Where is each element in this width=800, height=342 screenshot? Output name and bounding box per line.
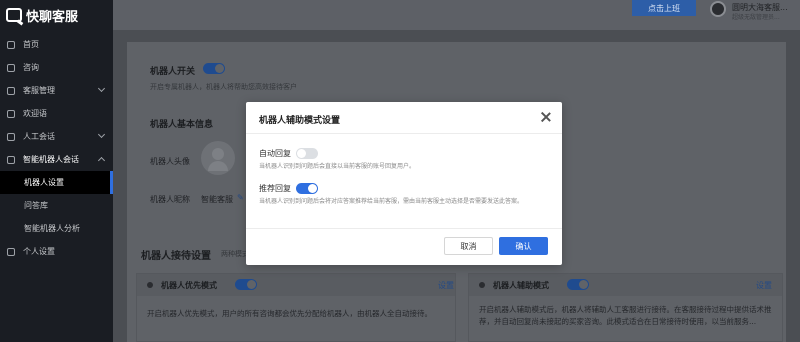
assist-mode-title: 机器人辅助模式 xyxy=(493,281,549,290)
sidebar-item-label: 个人设置 xyxy=(23,247,55,256)
greeting-icon xyxy=(7,109,15,118)
nickname-label: 机器人昵称 xyxy=(150,195,190,204)
user-icon xyxy=(7,247,15,256)
sidebar-item-home[interactable]: 首页 xyxy=(0,33,113,56)
sidebar-item-label: 人工会话 xyxy=(23,132,55,141)
priority-mode-toggle[interactable] xyxy=(235,279,257,290)
agent-icon xyxy=(7,86,15,95)
basic-info-title: 机器人基本信息 xyxy=(150,120,214,130)
robot-icon xyxy=(7,155,15,164)
assist-mode-settings-link[interactable]: 设置 xyxy=(756,280,772,291)
chevron-down-icon xyxy=(97,130,106,139)
clock-in-button[interactable]: 点击上班 xyxy=(632,0,696,16)
sidebar-item-greeting[interactable]: 欢迎语 xyxy=(0,102,113,125)
robot-switch-title: 机器人开关 xyxy=(150,67,196,77)
sidebar-subitem-qa-library[interactable]: 问答库 xyxy=(0,194,113,217)
chat-bubble-icon xyxy=(6,8,22,22)
sidebar-item-consult[interactable]: 咨询 xyxy=(0,56,113,79)
priority-mode-card: 机器人优先模式 设置 开启机器人优先模式，用户的所有咨询都会优先分配给机器人，由… xyxy=(136,273,456,342)
auto-reply-label: 自动回复 xyxy=(259,149,291,158)
auto-reply-hint: 当机器人识别到问题后会直接以当前客服的账号回复用户。 xyxy=(259,163,416,170)
sidebar-item-agent-management[interactable]: 客服管理 xyxy=(0,79,113,102)
recommend-reply-toggle[interactable] xyxy=(296,183,318,194)
sidebar-item-label: 客服管理 xyxy=(23,86,55,95)
sidebar-subitem-robot-analysis[interactable]: 智能机器人分析 xyxy=(0,217,113,240)
session-icon xyxy=(7,132,15,141)
sidebar-subitem-label: 问答库 xyxy=(24,201,48,210)
robot-avatar[interactable] xyxy=(201,141,235,175)
avatar[interactable] xyxy=(710,1,726,17)
sidebar-item-manual-session[interactable]: 人工会话 xyxy=(0,125,113,148)
assist-mode-card: 机器人辅助模式 设置 开启机器人辅助模式后，机器人将辅助人工客服进行接待。在客服… xyxy=(468,273,783,342)
sidebar-subitem-robot-settings[interactable]: 机器人设置 xyxy=(0,171,113,194)
sidebar-item-label: 首页 xyxy=(23,40,39,49)
dialog-title: 机器人辅助模式设置 xyxy=(259,116,341,126)
sidebar-subitem-label: 智能机器人分析 xyxy=(24,224,80,233)
priority-mode-settings-link[interactable]: 设置 xyxy=(438,280,454,291)
sidebar: 快聊客服 首页 咨询 客服管理 欢迎语 人工会话 智能机器人会话 机器人设置 问… xyxy=(0,0,113,342)
brand-logo[interactable]: 快聊客服 xyxy=(0,0,113,30)
avatar-label: 机器人头像 xyxy=(150,157,190,166)
edit-icon[interactable]: ✎ xyxy=(237,193,244,202)
sidebar-item-label: 智能机器人会话 xyxy=(23,155,79,164)
chat-icon xyxy=(7,63,15,72)
robot-switch-hint: 开启专属机器人，机器人将帮助您高效接待客户 xyxy=(150,83,297,91)
dialog-divider xyxy=(246,133,562,134)
sidebar-item-label: 欢迎语 xyxy=(23,109,47,118)
top-bar xyxy=(113,0,800,30)
brand-name: 快聊客服 xyxy=(26,9,79,25)
confirm-button[interactable]: 确认 xyxy=(499,237,548,255)
nickname-value: 智能客服 xyxy=(201,195,233,204)
assist-mode-desc: 开启机器人辅助模式后，机器人将辅助人工客服进行接待。在客服接待过程中提供话术推荐… xyxy=(479,305,772,326)
sidebar-item-label: 咨询 xyxy=(23,63,39,72)
auto-reply-toggle[interactable] xyxy=(296,148,318,159)
priority-mode-desc: 开启机器人优先模式，用户的所有咨询都会优先分配给机器人，由机器人全自动接待。 xyxy=(147,309,432,318)
assist-mode-toggle[interactable] xyxy=(567,279,589,290)
recommend-reply-hint: 当机器人识别到问题后会将对应答案推荐给当前客服，需由当前客服主动选择是否需要发送… xyxy=(259,198,524,205)
robot-icon xyxy=(479,282,485,288)
close-icon[interactable] xyxy=(540,111,552,123)
sidebar-item-personal-settings[interactable]: 个人设置 xyxy=(0,240,113,263)
chevron-down-icon xyxy=(97,84,106,93)
robot-switch-toggle[interactable] xyxy=(203,63,225,74)
priority-mode-title: 机器人优先模式 xyxy=(161,281,217,290)
cancel-button[interactable]: 取消 xyxy=(444,237,493,255)
user-role: 超级无敌管理员... xyxy=(732,14,780,21)
chevron-up-icon xyxy=(97,156,106,165)
home-icon xyxy=(7,40,15,49)
dialog-footer-divider xyxy=(246,228,562,229)
recommend-reply-label: 推荐回复 xyxy=(259,184,291,193)
sidebar-subitem-label: 机器人设置 xyxy=(24,178,64,187)
robot-icon xyxy=(147,282,153,288)
assist-mode-settings-dialog: 机器人辅助模式设置 自动回复 当机器人识别到问题后会直接以当前客服的账号回复用户… xyxy=(246,102,562,265)
reception-title: 机器人接待设置 xyxy=(141,251,211,262)
sidebar-item-robot-session[interactable]: 智能机器人会话 xyxy=(0,148,113,171)
